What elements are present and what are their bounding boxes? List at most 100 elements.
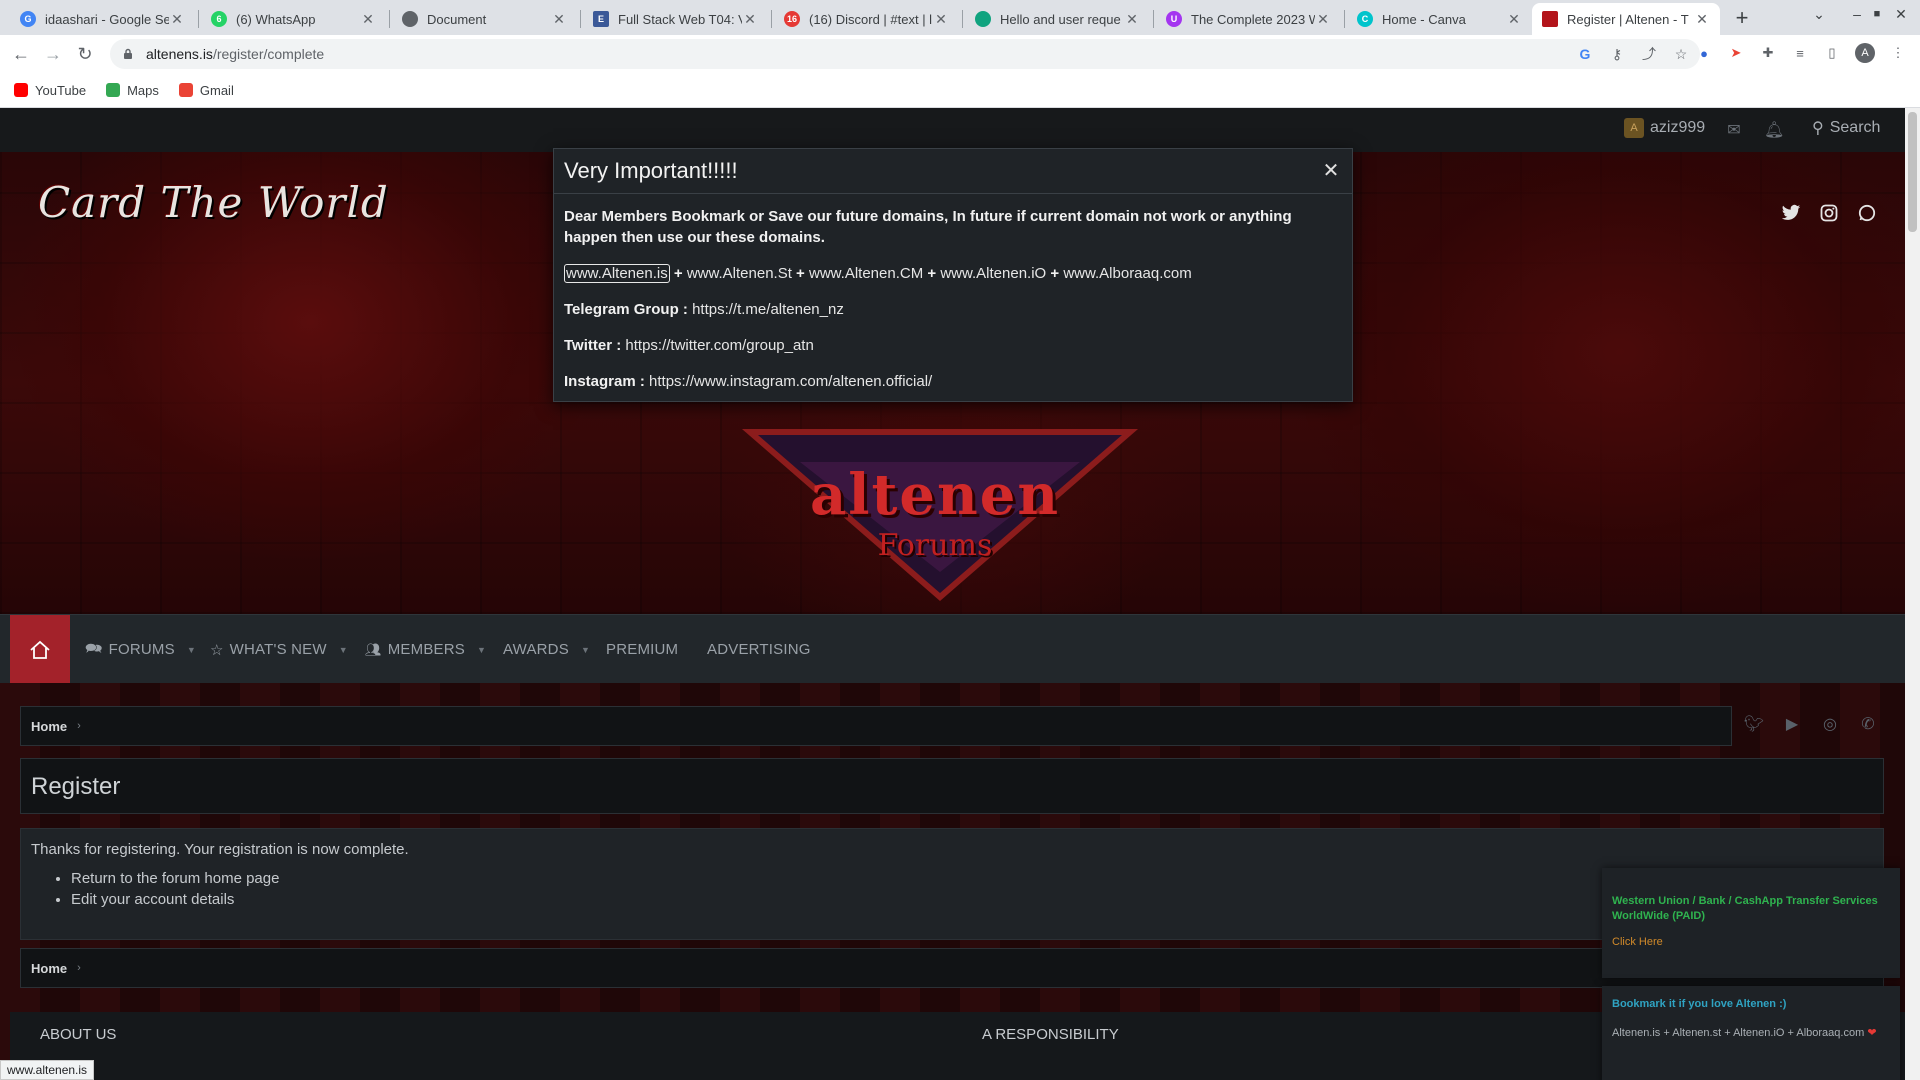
bookmark-youtube[interactable]: YouTube [14, 83, 86, 98]
maps-icon [106, 83, 121, 97]
back-icon[interactable]: ← [8, 41, 34, 67]
home-nav-button[interactable] [10, 615, 70, 684]
site-title[interactable]: Card The World [38, 178, 389, 227]
domain-link[interactable]: www.Altenen.CM [809, 265, 923, 282]
address-bar[interactable]: altenens.is/register/complete G ⚷ ⤴ ☆ [110, 39, 1700, 69]
whatsapp-icon[interactable]: ✆ [1856, 712, 1880, 736]
close-tab-icon[interactable]: ✕ [169, 11, 185, 28]
promo-click-link[interactable]: Click Here [1612, 936, 1890, 948]
browser-tab[interactable]: 16 (16) Discord | #text | l ✕ [774, 3, 959, 35]
youtube-icon[interactable]: ▶ [1780, 712, 1804, 736]
instagram-link[interactable]: https://www.instagram.com/altenen.offici… [649, 373, 932, 390]
page-title: Register [31, 773, 121, 800]
telegram-link[interactable]: https://t.me/altenen_nz [692, 301, 844, 318]
close-window-icon[interactable]: ✕ [1890, 6, 1912, 23]
domain-link[interactable]: www.Altenen.is [564, 264, 670, 283]
user-avatar: A [1624, 118, 1644, 138]
close-tab-icon[interactable]: ✕ [1315, 11, 1331, 28]
telegram-row: Telegram Group : https://t.me/altenen_nz [564, 299, 1342, 320]
close-tab-icon[interactable]: ✕ [1124, 11, 1140, 28]
tab-label: idaashari - Google Se [45, 11, 169, 27]
forward-icon[interactable]: → [40, 41, 66, 67]
chevron-down-icon[interactable]: ▼ [477, 645, 486, 655]
twitter-icon[interactable]: 🐦︎ [1742, 712, 1766, 736]
domain-link[interactable]: www.Altenen.iO [940, 265, 1046, 282]
instagram-icon[interactable]: ◎ [1818, 712, 1842, 736]
nav-awards[interactable]: Awards ▼ [503, 615, 590, 684]
important-notice-dialog: Very Important!!!!! ✕ Dear Members Bookm… [553, 148, 1353, 402]
google-lens-icon[interactable]: G [1576, 45, 1594, 63]
extension-icon[interactable]: ● [1695, 44, 1713, 62]
breadcrumb-home-link[interactable]: Home [31, 961, 67, 976]
reading-list-icon[interactable]: ≡ [1791, 44, 1809, 62]
chevron-down-icon[interactable]: ▼ [339, 645, 348, 655]
close-tab-icon[interactable]: ✕ [551, 11, 567, 28]
close-icon[interactable]: ✕ [1320, 159, 1342, 182]
close-tab-icon[interactable]: ✕ [1694, 11, 1710, 28]
envelope-icon[interactable]: ✉ [1724, 120, 1744, 140]
browser-tab[interactable]: G idaashari - Google Se ✕ [10, 3, 195, 35]
twitter-icon[interactable] [1780, 202, 1802, 224]
browser-tab[interactable]: U The Complete 2023 W ✕ [1156, 3, 1341, 35]
close-tab-icon[interactable]: ✕ [360, 11, 376, 28]
browser-tab[interactable]: 6 (6) WhatsApp ✕ [201, 3, 386, 35]
url-path: /register/complete [212, 46, 325, 62]
tab-separator [389, 10, 390, 28]
scrollbar-thumb[interactable] [1908, 112, 1917, 232]
close-tab-icon[interactable]: ✕ [742, 11, 758, 28]
share-icon[interactable]: ⤴ [1640, 45, 1658, 63]
url-text: altenens.is/register/complete [146, 46, 324, 62]
extension-icon[interactable]: ➤ [1727, 44, 1745, 62]
maximize-icon[interactable]: ■ [1866, 8, 1888, 20]
user-menu[interactable]: A aziz999 [1624, 118, 1705, 138]
side-panel-icon[interactable]: ▯ [1823, 44, 1841, 62]
new-tab-icon[interactable]: + [1728, 4, 1756, 32]
close-tab-icon[interactable]: ✕ [1506, 11, 1522, 28]
browser-tab[interactable]: Hello and user reque ✕ [965, 3, 1150, 35]
bookmark-star-icon[interactable]: ☆ [1672, 45, 1690, 63]
bookmark-maps[interactable]: Maps [106, 83, 159, 98]
tab-search-icon[interactable]: ⌄ [1808, 6, 1830, 23]
altenen-logo[interactable]: altenen Forums [730, 392, 1150, 602]
domain-link[interactable]: www.Alboraaq.com [1063, 265, 1191, 282]
nav-premium[interactable]: Premium [606, 615, 678, 684]
whatsapp-icon[interactable] [1856, 202, 1878, 224]
breadcrumb-home-link[interactable]: Home [31, 719, 67, 734]
profile-avatar-icon[interactable]: A [1855, 43, 1875, 63]
tab-label: Hello and user reque [1000, 11, 1121, 27]
tab-label: (16) Discord | #text | l [809, 11, 933, 27]
bell-icon[interactable]: 🔔︎ [1764, 120, 1784, 140]
chevron-down-icon[interactable]: ▼ [581, 645, 590, 655]
domain-link[interactable]: www.Altenen.St [687, 265, 792, 282]
nav-advertising[interactable]: Advertising [707, 615, 811, 684]
minimize-icon[interactable]: – [1846, 6, 1868, 22]
star-icon: ☆ [210, 641, 224, 659]
link-status-bubble: www.altenen.is [0, 1060, 95, 1080]
puzzle-icon[interactable]: ✚ [1759, 44, 1777, 62]
chevron-down-icon[interactable]: ▼ [187, 645, 196, 655]
twitter-row: Twitter : https://twitter.com/group_atn [564, 335, 1342, 356]
browser-tab[interactable]: Document ✕ [392, 3, 577, 35]
bookmark-label: YouTube [35, 82, 87, 98]
twitter-link[interactable]: https://twitter.com/group_atn [625, 337, 813, 354]
altenen-favicon-icon [1542, 11, 1558, 27]
browser-tab[interactable]: C Home - Canva ✕ [1347, 3, 1532, 35]
nav-members[interactable]: 👥︎ Members ▼ [365, 615, 486, 684]
instagram-icon[interactable] [1818, 202, 1840, 224]
browser-tab[interactable]: E Full Stack Web T04: V ✕ [583, 3, 768, 35]
close-tab-icon[interactable]: ✕ [933, 11, 949, 28]
forums-icon: 🗪︎ [85, 639, 103, 656]
browser-tab-active[interactable]: Register | Altenen - T ✕ [1532, 3, 1720, 35]
nav-forums[interactable]: 🗪︎ Forums ▼ [85, 615, 196, 684]
tab-separator [198, 10, 199, 28]
reload-icon[interactable]: ↻ [72, 41, 98, 67]
tab-separator [1344, 10, 1345, 28]
nav-whats-new[interactable]: ☆ What's new ▼ [210, 615, 348, 684]
globe-icon [402, 11, 418, 27]
nav-label: Forums [108, 641, 175, 658]
page-scrollbar[interactable] [1905, 108, 1920, 1080]
menu-dots-icon[interactable]: ⋮ [1889, 44, 1907, 62]
search-button[interactable]: ⚲ Search [1812, 118, 1880, 138]
bookmark-gmail[interactable]: Gmail [178, 83, 234, 98]
password-key-icon[interactable]: ⚷ [1608, 45, 1626, 63]
